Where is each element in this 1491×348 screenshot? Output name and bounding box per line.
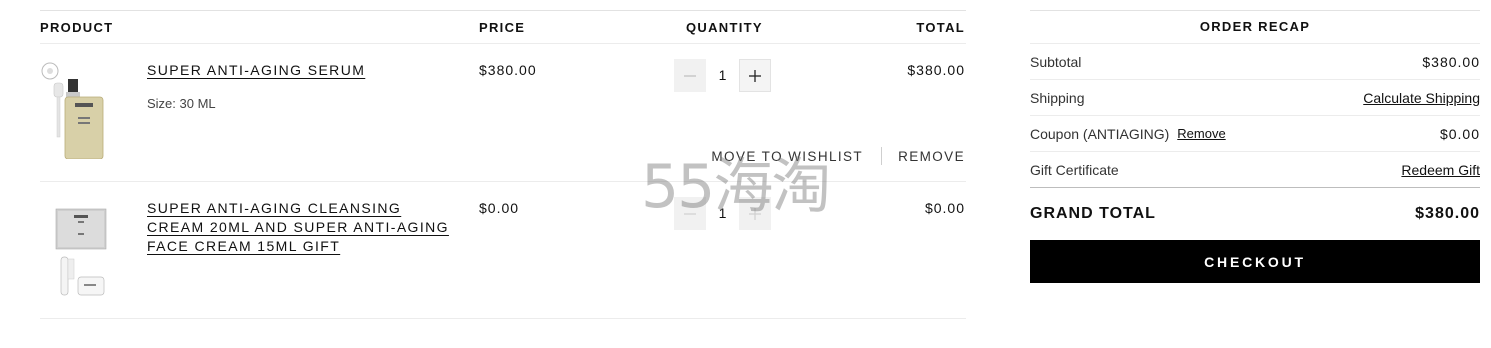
coupon-value: $0.00 [1439, 125, 1480, 142]
header-quantity: QUANTITY [686, 20, 763, 35]
minus-icon [684, 74, 696, 77]
minus-icon [684, 212, 696, 215]
cart-table: PRODUCT PRICE QUANTITY TOTAL SUPER ANTI-… [40, 10, 966, 319]
recap-title: ORDER RECAP [1030, 10, 1480, 43]
cart-row: SUPER ANTI-AGING CLEANSING CREAM 20ML AN… [40, 182, 966, 319]
cart-header-row: PRODUCT PRICE QUANTITY TOTAL [40, 10, 966, 44]
shipping-row: Shipping Calculate Shipping [1030, 79, 1480, 115]
order-recap: ORDER RECAP Subtotal $380.00 Shipping Ca… [1030, 10, 1480, 283]
grand-total-row: GRAND TOTAL $380.00 [1030, 187, 1480, 240]
subtotal-row: Subtotal $380.00 [1030, 43, 1480, 79]
grand-total-label: GRAND TOTAL [1030, 205, 1156, 222]
coupon-row: Coupon (ANTIAGING) Remove $0.00 [1030, 115, 1480, 151]
line-total: $380.00 [907, 62, 965, 78]
subtotal-label: Subtotal [1030, 53, 1082, 70]
quantity-value[interactable]: 1 [706, 67, 739, 83]
header-product: PRODUCT [40, 20, 114, 35]
plus-icon [749, 69, 761, 82]
calculate-shipping-link[interactable]: Calculate Shipping [1363, 90, 1480, 106]
gift-certificate-label: Gift Certificate [1030, 161, 1119, 178]
move-to-wishlist-link[interactable]: MOVE TO WISHLIST [711, 149, 863, 164]
gift-certificate-row: Gift Certificate Redeem Gift [1030, 151, 1480, 187]
quantity-value: 1 [718, 205, 727, 221]
remove-link[interactable]: REMOVE [898, 149, 965, 164]
gift-product-image[interactable] [40, 207, 120, 307]
quantity-stepper: 1 [674, 59, 771, 92]
product-price: $0.00 [479, 200, 520, 216]
increase-quantity-button[interactable] [739, 59, 771, 92]
coupon-label: Coupon (ANTIAGING) [1030, 125, 1170, 142]
line-total: $0.00 [924, 200, 965, 216]
row-actions: MOVE TO WISHLIST REMOVE [711, 147, 965, 165]
action-divider [881, 147, 883, 165]
grand-total-value: $380.00 [1415, 205, 1480, 222]
header-price: PRICE [479, 20, 526, 35]
plus-icon [749, 207, 761, 220]
serum-product-image[interactable] [40, 59, 120, 159]
product-size: Size: 30 ML [147, 96, 216, 111]
redeem-gift-link[interactable]: Redeem Gift [1401, 162, 1480, 178]
decrease-quantity-button[interactable] [674, 197, 706, 230]
cart-row: SUPER ANTI-AGING SERUM Size: 30 ML $380.… [40, 44, 966, 182]
decrease-quantity-button[interactable] [674, 59, 706, 92]
shipping-label: Shipping [1030, 89, 1085, 106]
product-name-link[interactable]: SUPER ANTI-AGING SERUM [147, 61, 365, 80]
subtotal-value: $380.00 [1422, 53, 1480, 70]
quantity-stepper: 1 [674, 197, 771, 230]
product-name-link[interactable]: SUPER ANTI-AGING CLEANSING CREAM 20ML AN… [147, 199, 449, 256]
product-price: $380.00 [479, 62, 537, 78]
increase-quantity-button[interactable] [739, 197, 771, 230]
header-total: TOTAL [916, 20, 965, 35]
remove-coupon-link[interactable]: Remove [1177, 126, 1225, 141]
checkout-button[interactable]: CHECKOUT [1030, 240, 1480, 283]
